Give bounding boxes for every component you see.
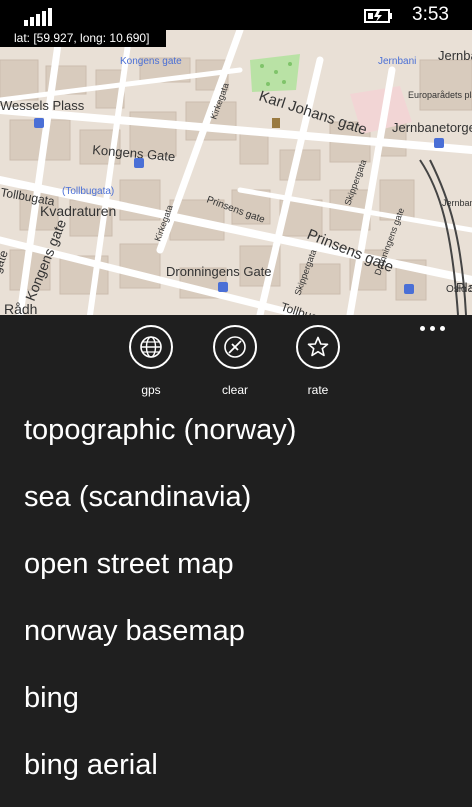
clear-circle-icon bbox=[213, 325, 257, 369]
map-label-dronningens-gate: Dronningens Gate bbox=[166, 264, 272, 279]
coordinates-readout: lat: [59.927, long: 10.690] bbox=[0, 30, 166, 47]
map-label-jernbani: Jernbani bbox=[378, 56, 416, 67]
map-label-europaradets-plass: Europarådets plass bbox=[408, 90, 472, 100]
tram-stop-icon bbox=[134, 158, 144, 168]
map-canvas[interactable]: Wessels Plass Karl Johans gate Kongens G… bbox=[0, 30, 472, 315]
star-icon bbox=[296, 325, 340, 369]
map-label-tollbugata-stop: (Tollbugata) bbox=[62, 186, 114, 197]
menu-item-open-street-map[interactable]: open street map bbox=[0, 539, 472, 606]
clear-button[interactable]: clear bbox=[200, 325, 270, 405]
globe-icon bbox=[129, 325, 173, 369]
tram-stop-icon bbox=[434, 138, 444, 148]
menu-item-bing[interactable]: bing bbox=[0, 673, 472, 740]
map-label-kongens-gate-top: Kongens gate bbox=[120, 56, 182, 67]
status-bar: 3:53 bbox=[0, 0, 472, 30]
map-label-jernbanet: Jernbanet bbox=[438, 48, 472, 63]
map-label-jernbanet-3: Jernbanet bbox=[442, 198, 472, 208]
menu-item-bing-aerial[interactable]: bing aerial bbox=[0, 740, 472, 807]
rate-button[interactable]: rate bbox=[283, 325, 353, 405]
tram-stop-icon bbox=[218, 282, 228, 292]
clock: 3:53 bbox=[412, 4, 449, 25]
signal-bars-icon bbox=[24, 6, 54, 26]
map-label-oslo-s: Oslo S bbox=[446, 284, 472, 295]
map-label-wessels-plass: Wessels Plass bbox=[0, 98, 85, 113]
poi-marker-icon bbox=[272, 118, 280, 128]
menu-item-norway-basemap[interactable]: norway basemap bbox=[0, 606, 472, 673]
battery-charging-icon bbox=[364, 9, 392, 23]
map-label-radh: Rådh bbox=[4, 301, 37, 315]
rate-label: rate bbox=[307, 383, 329, 397]
map-view[interactable]: Wessels Plass Karl Johans gate Kongens G… bbox=[0, 30, 472, 315]
menu-item-sea[interactable]: sea (scandinavia) bbox=[0, 472, 472, 539]
map-source-menu: topographic (norway) sea (scandinavia) o… bbox=[0, 405, 472, 807]
gps-button[interactable]: gps bbox=[116, 325, 186, 405]
gps-label: gps bbox=[141, 383, 161, 397]
ellipsis-icon[interactable] bbox=[420, 321, 450, 335]
tram-stop-icon bbox=[34, 118, 44, 128]
map-label-jernbanetorget: Jernbanetorget bbox=[392, 120, 472, 135]
clear-label: clear bbox=[221, 383, 248, 397]
application-bar: gps clear rate bbox=[0, 315, 472, 405]
menu-item-topographic[interactable]: topographic (norway) bbox=[0, 405, 472, 472]
parking-icon bbox=[404, 284, 414, 294]
